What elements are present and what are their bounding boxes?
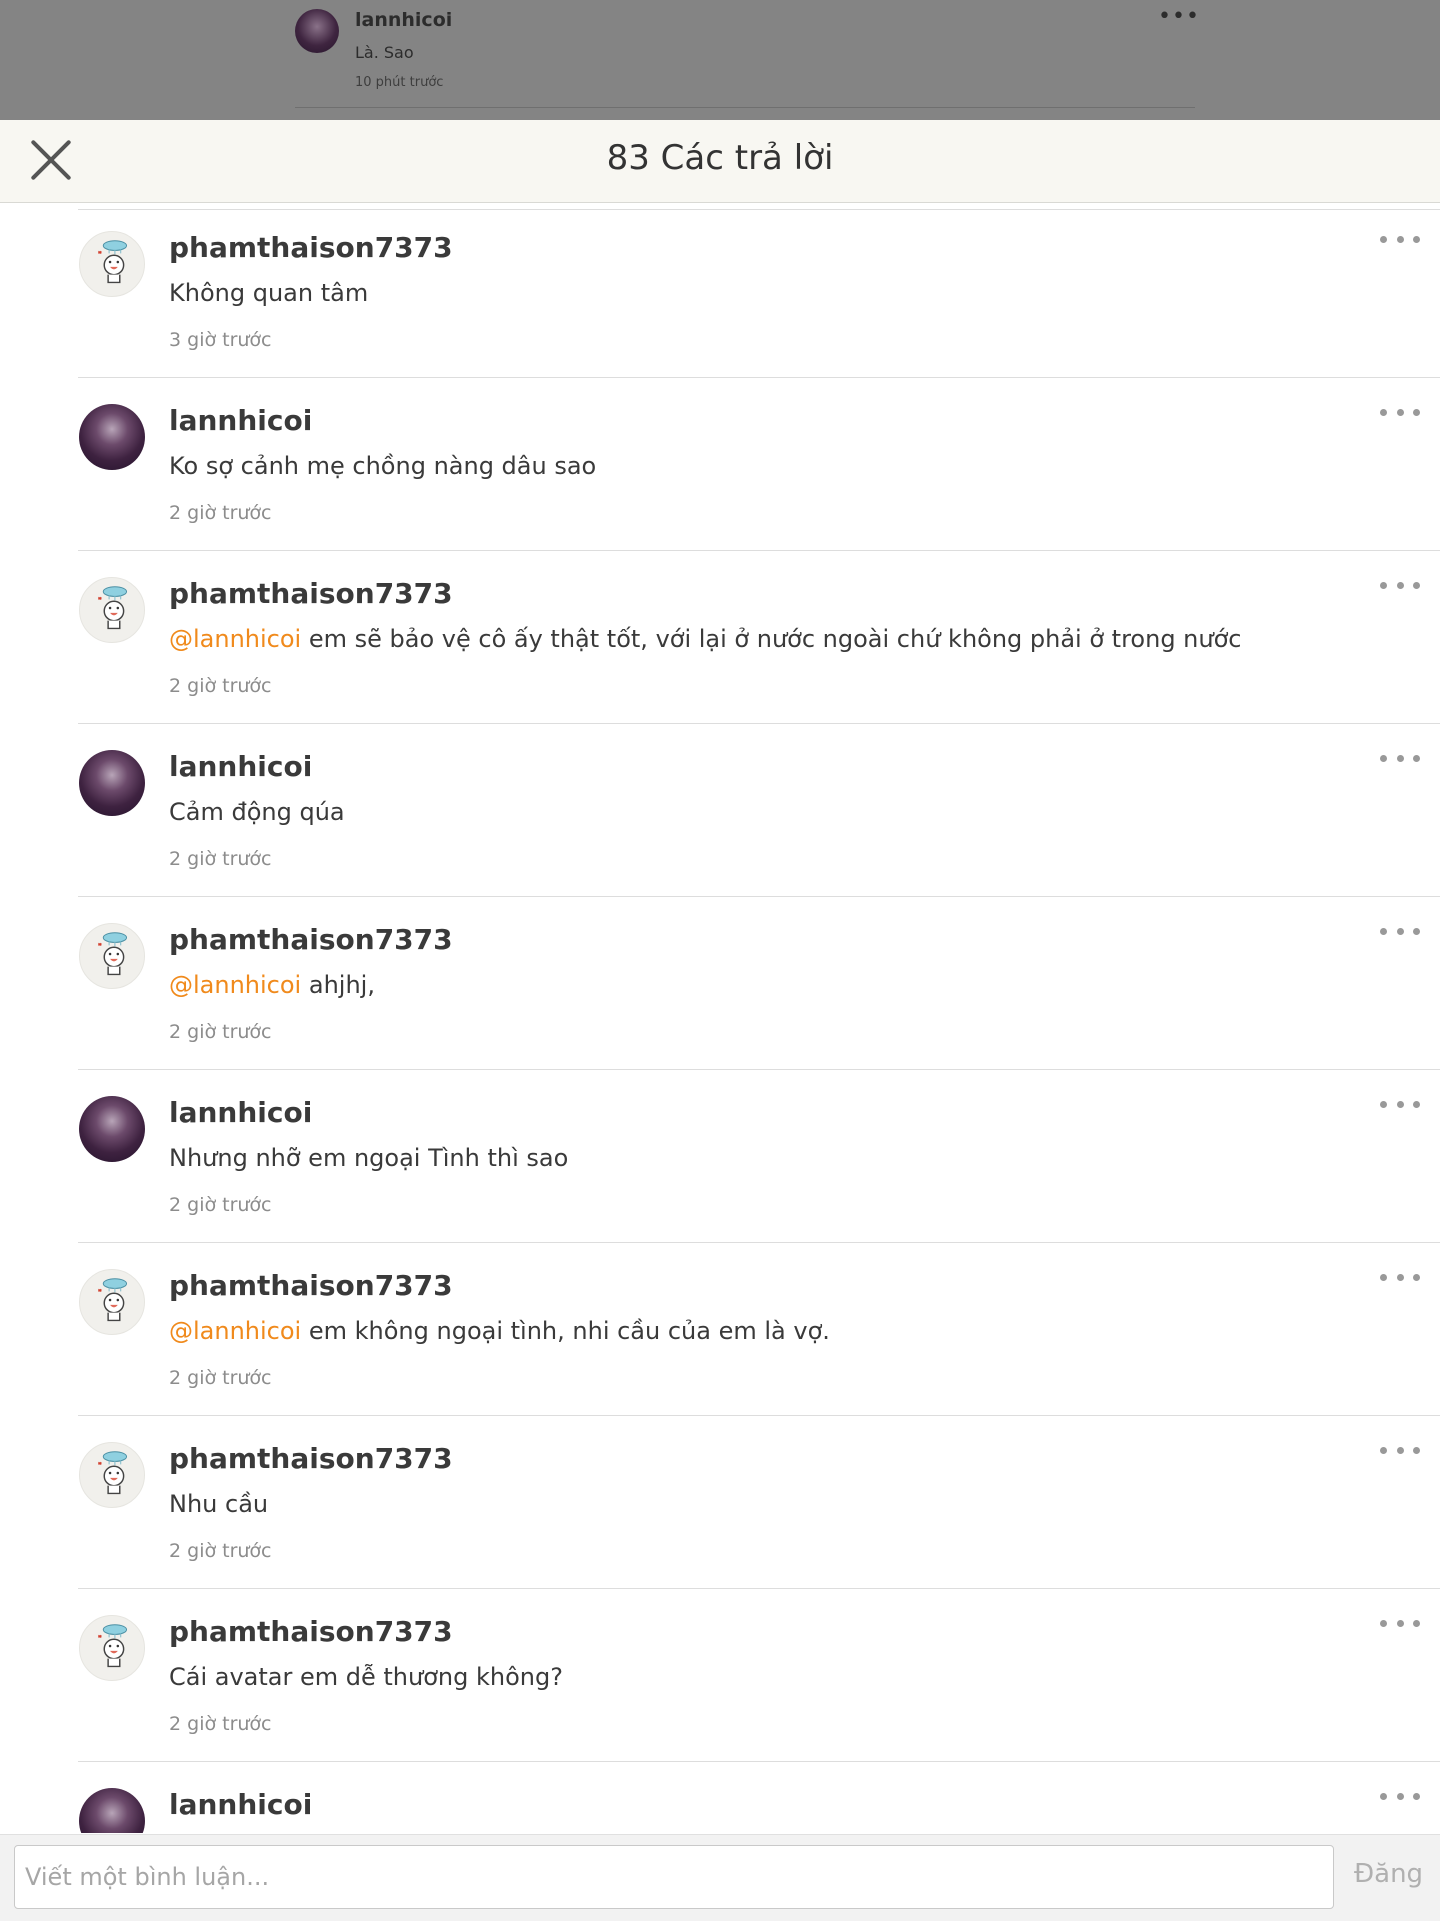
comment-username[interactable]: lannhicoi <box>169 750 312 783</box>
comment-text: Nhu cầu <box>169 1490 268 1518</box>
comment-username[interactable]: phamthaison7373 <box>169 1615 453 1648</box>
comment-body: Cái avatar em dễ thương không? <box>169 1663 563 1691</box>
comment-item[interactable]: phamthaison7373 Cái avatar em dễ thương k… <box>0 1589 1440 1762</box>
background-post-time: 10 phút trước <box>355 75 444 90</box>
comment-time: 2 giờ trước <box>169 1021 272 1043</box>
comment-item[interactable]: lannhicoi Cảm động qúa 2 giờ trước <box>0 724 1440 897</box>
comment-body: em sẽ bảo vệ cô ấy thật tốt, với lại ở n… <box>301 625 1242 653</box>
avatar[interactable] <box>79 577 145 643</box>
comment-item[interactable]: phamthaison7373 Không quan tâm 3 giờ trước <box>0 205 1440 378</box>
avatar[interactable] <box>79 1788 145 1833</box>
comment-time: 3 giờ trước <box>169 329 272 351</box>
background-post-username: lannhicoi <box>355 9 453 31</box>
background-post: lannhicoi Là. Sao 10 phút trước ••• <box>0 0 1440 120</box>
comment-text: Không quan tâm <box>169 279 368 307</box>
more-options-icon[interactable] <box>1380 1440 1420 1460</box>
avatar[interactable] <box>79 923 145 989</box>
avatar[interactable] <box>79 1615 145 1681</box>
replies-title: 83 Các trả lời <box>606 138 834 178</box>
mention-link[interactable]: @lannhicoi <box>169 625 301 653</box>
comment-username[interactable]: phamthaison7373 <box>169 1442 453 1475</box>
more-options-icon[interactable] <box>1380 1094 1420 1114</box>
comment-body: Nhu cầu <box>169 1490 269 1518</box>
comment-username[interactable]: phamthaison7373 <box>169 1269 453 1302</box>
comment-item[interactable]: phamthaison7373 @lannhicoi ahjhj, 2 giờ tr… <box>0 897 1440 1070</box>
more-options-icon[interactable] <box>1380 921 1420 941</box>
comment-list[interactable]: phamthaison7373 Không quan tâm 3 giờ trước… <box>0 205 1440 1833</box>
comment-body: Ko sợ cảnh mẹ chồng nàng dâu sao <box>169 452 597 480</box>
comment-username[interactable]: phamthaison7373 <box>169 577 453 610</box>
avatar[interactable] <box>79 1442 145 1508</box>
background-post-divider <box>295 107 1195 108</box>
comment-time: 2 giờ trước <box>169 1713 272 1735</box>
comment-item[interactable]: lannhicoi Ko sợ cảnh mẹ chồng nàng dâu sa… <box>0 378 1440 551</box>
avatar[interactable] <box>79 1269 145 1335</box>
mention-link[interactable]: @lannhicoi <box>169 1317 301 1345</box>
background-post-more-icon: ••• <box>1158 4 1200 29</box>
comment-username[interactable]: lannhicoi <box>169 404 312 437</box>
more-options-icon[interactable] <box>1380 402 1420 422</box>
avatar[interactable] <box>79 1096 145 1162</box>
comment-input[interactable] <box>14 1845 1334 1909</box>
comment-body: Không quan tâm <box>169 279 369 307</box>
comment-time: 2 giờ trước <box>169 848 272 870</box>
comment-item[interactable]: phamthaison7373 Nhu cầu 2 giờ trước <box>0 1416 1440 1589</box>
comment-text: Cái avatar em dễ thương không? <box>169 1663 563 1691</box>
comment-body: Nhưng nhỡ em ngoại Tình thì sao <box>169 1144 569 1172</box>
comment-body: ahjhj, <box>301 971 375 999</box>
comment-time: 2 giờ trước <box>169 1540 272 1562</box>
comment-body: em không ngoại tình, nhi cầu của em là v… <box>301 1317 830 1345</box>
mention-link[interactable]: @lannhicoi <box>169 971 301 999</box>
more-options-icon[interactable] <box>1380 1267 1420 1287</box>
comment-item[interactable]: lannhicoi Nhưng nhỡ em ngoại Tình thì sao… <box>0 1070 1440 1243</box>
comment-time: 2 giờ trước <box>169 502 272 524</box>
comment-text: @lannhicoi em không ngoại tình, nhi cầu … <box>169 1317 830 1345</box>
avatar[interactable] <box>79 404 145 470</box>
background-post-avatar <box>295 9 339 53</box>
comment-time: 2 giờ trước <box>169 1367 272 1389</box>
background-post-text: Là. Sao <box>355 43 414 62</box>
comment-item[interactable]: phamthaison7373 @lannhicoi em không ngoại… <box>0 1243 1440 1416</box>
more-options-icon[interactable] <box>1380 229 1420 249</box>
comment-text: Cảm động qúa <box>169 798 345 826</box>
comment-text: Nhưng nhỡ em ngoại Tình thì sao <box>169 1144 568 1172</box>
comment-text: @lannhicoi ahjhj, <box>169 971 375 999</box>
more-options-icon[interactable] <box>1380 1786 1420 1806</box>
avatar[interactable] <box>79 231 145 297</box>
comment-time: 2 giờ trước <box>169 675 272 697</box>
comment-text: @lannhicoi em sẽ bảo vệ cô ấy thật tốt, … <box>169 625 1241 653</box>
comment-username[interactable]: phamthaison7373 <box>169 231 453 264</box>
more-options-icon[interactable] <box>1380 748 1420 768</box>
comment-body: Cảm động qúa <box>169 798 345 826</box>
comment-item[interactable]: phamthaison7373 @lannhicoi em sẽ bảo vệ c… <box>0 551 1440 724</box>
comment-time: 2 giờ trước <box>169 1194 272 1216</box>
avatar[interactable] <box>79 750 145 816</box>
comment-username[interactable]: phamthaison7373 <box>169 923 453 956</box>
more-options-icon[interactable] <box>1380 1613 1420 1633</box>
post-button[interactable]: Đăng <box>1348 1858 1428 1890</box>
more-options-icon[interactable] <box>1380 575 1420 595</box>
comment-username[interactable]: lannhicoi <box>169 1788 312 1821</box>
comment-item[interactable]: lannhicoi <box>0 1762 1440 1833</box>
comment-text: Ko sợ cảnh mẹ chồng nàng dâu sao <box>169 452 596 480</box>
comment-username[interactable]: lannhicoi <box>169 1096 312 1129</box>
